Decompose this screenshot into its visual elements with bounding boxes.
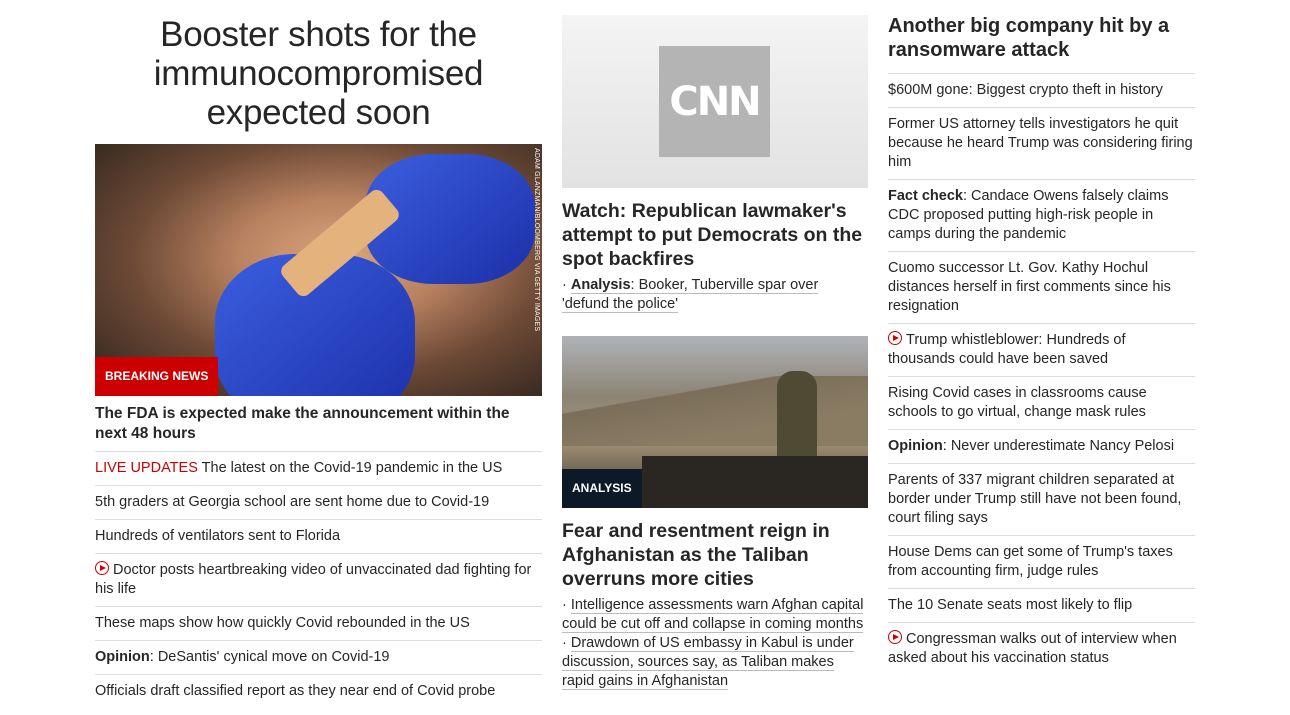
afghanistan-image[interactable]: ANALYSIS: [562, 336, 868, 508]
list-item[interactable]: Trump whistleblower: Hundreds of thousan…: [888, 324, 1195, 377]
lead-subhead[interactable]: The FDA is expected make the announcemen…: [95, 396, 542, 452]
list-item[interactable]: LIVE UPDATES The latest on the Covid-19 …: [95, 452, 542, 486]
list-item[interactable]: Opinion: Never underestimate Nancy Pelos…: [888, 430, 1195, 464]
play-icon: [888, 630, 902, 644]
lead-headline[interactable]: Booster shots for the immunocompromised …: [95, 15, 542, 132]
right-column: Another big company hit by a ransomware …: [888, 0, 1195, 675]
story-headline[interactable]: Watch: Republican lawmaker's attempt to …: [562, 188, 868, 271]
item-text: : Never underestimate Nancy Pelosi: [942, 438, 1175, 454]
story-bullet[interactable]: · Drawdown of US embassy in Kabul is und…: [562, 634, 868, 691]
list-item[interactable]: Parents of 337 migrant children separate…: [888, 464, 1195, 536]
list-item[interactable]: Fact check: Candace Owens falsely claims…: [888, 180, 1195, 252]
list-item[interactable]: Doctor posts heartbreaking video of unva…: [95, 554, 542, 607]
lead-image[interactable]: ADAM GLANZMAN/BLOOMBERG VIA GETTY IMAGES…: [95, 144, 542, 396]
analysis-badge: ANALYSIS: [562, 469, 642, 508]
list-item[interactable]: $600M gone: Biggest crypto theft in hist…: [888, 74, 1195, 108]
item-text: The latest on the Covid-19 pandemic in t…: [201, 460, 503, 476]
mountain-shape: [562, 376, 868, 446]
vehicle-shape: [642, 456, 868, 508]
live-label: LIVE UPDATES: [95, 460, 198, 476]
section-headline[interactable]: Another big company hit by a ransomware …: [888, 0, 1195, 74]
item-text: Congressman walks out of interview when …: [888, 631, 1177, 666]
list-item[interactable]: Opinion: DeSantis' cynical move on Covid…: [95, 641, 542, 675]
list-item[interactable]: The 10 Senate seats most likely to flip: [888, 589, 1195, 623]
item-text: Trump whistleblower: Hundreds of thousan…: [888, 332, 1126, 367]
cnn-logo: CNN: [659, 46, 770, 157]
analysis-label: Analysis: [570, 277, 631, 293]
play-icon: [888, 331, 902, 345]
bullet-text: Drawdown of US embassy in Kabul is under…: [562, 635, 854, 690]
list-item[interactable]: Congressman walks out of interview when …: [888, 623, 1195, 675]
story-bullet[interactable]: · Intelligence assessments warn Afghan c…: [562, 596, 868, 634]
photo-credit: ADAM GLANZMAN/BLOOMBERG VIA GETTY IMAGES: [533, 148, 540, 332]
opinion-label: Opinion: [95, 649, 150, 665]
video-thumbnail[interactable]: CNN: [562, 15, 868, 188]
list-item[interactable]: Former US attorney tells investigators h…: [888, 108, 1195, 180]
play-icon: [95, 561, 109, 575]
list-item[interactable]: Rising Covid cases in classrooms cause s…: [888, 377, 1195, 430]
item-text: : DeSantis' cynical move on Covid-19: [149, 649, 390, 665]
item-text: Doctor posts heartbreaking video of unva…: [95, 562, 532, 597]
lead-column: Booster shots for the immunocompromised …: [95, 0, 542, 708]
list-item[interactable]: Officials draft classified report as the…: [95, 675, 542, 708]
list-item[interactable]: These maps show how quickly Covid reboun…: [95, 607, 542, 641]
list-item[interactable]: Cuomo successor Lt. Gov. Kathy Hochul di…: [888, 252, 1195, 324]
breaking-news-badge: BREAKING NEWS: [95, 357, 219, 396]
list-item[interactable]: House Dems can get some of Trump's taxes…: [888, 536, 1195, 589]
story-headline[interactable]: Fear and resentment reign in Afghanistan…: [562, 508, 868, 591]
middle-column: CNN Watch: Republican lawmaker's attempt…: [562, 0, 868, 691]
story-bullet[interactable]: · Analysis: Booker, Tuberville spar over…: [562, 276, 868, 314]
opinion-label: Opinion: [888, 438, 943, 454]
list-item[interactable]: 5th graders at Georgia school are sent h…: [95, 486, 542, 520]
bullet-text: Intelligence assessments warn Afghan cap…: [562, 597, 864, 633]
list-item[interactable]: Hundreds of ventilators sent to Florida: [95, 520, 542, 554]
fact-check-label: Fact check: [888, 188, 963, 204]
